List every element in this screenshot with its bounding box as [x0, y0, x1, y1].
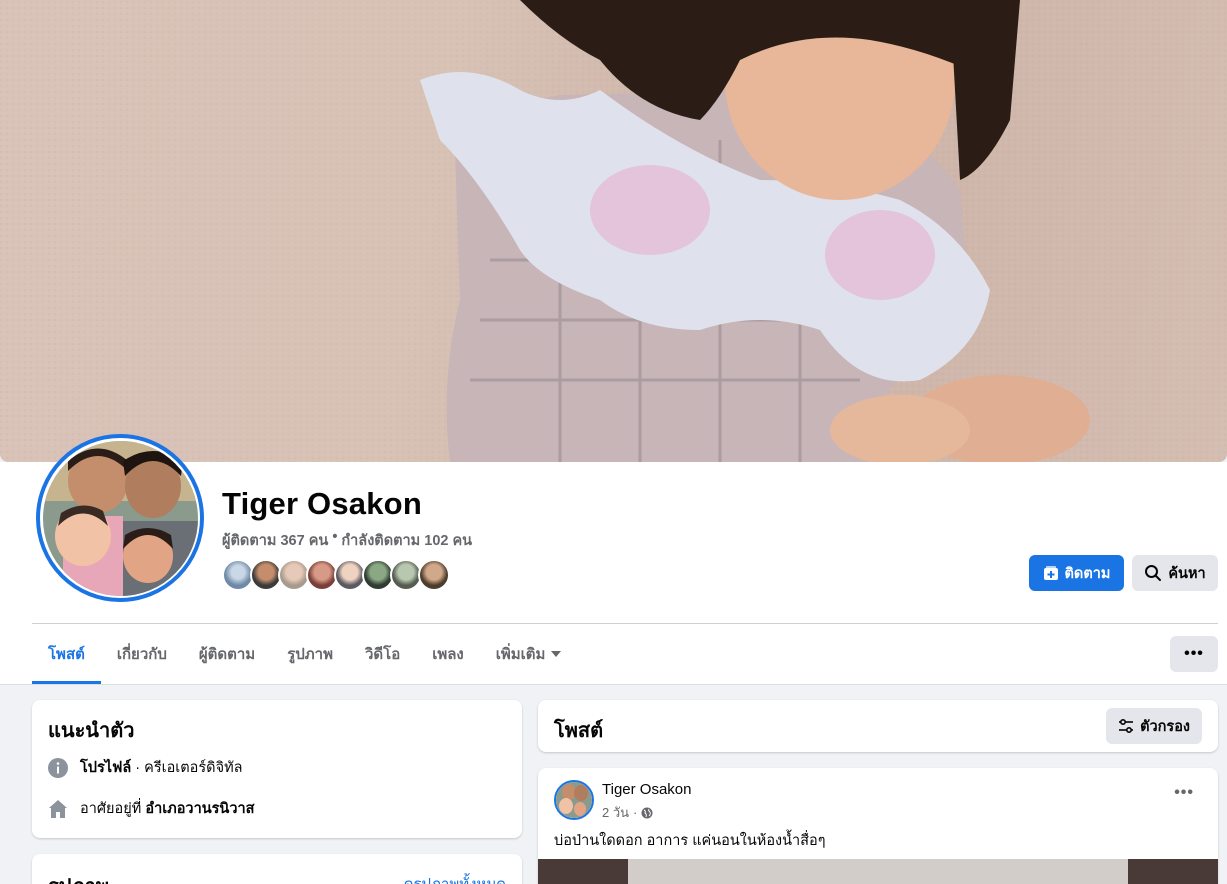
caret-down-icon — [551, 651, 562, 657]
intro-profile-label: โปรไฟล์ — [80, 760, 132, 776]
tab-posts[interactable]: โพสต์ — [32, 624, 101, 684]
tab-label: เพิ่มเติม — [495, 646, 546, 663]
search-button[interactable]: ค้นหา — [1132, 555, 1218, 591]
tab-more[interactable]: เพิ่มเติม — [480, 624, 578, 684]
cover-photo[interactable] — [0, 0, 1227, 462]
follow-button[interactable]: ติดตาม — [1029, 555, 1124, 591]
friend-avatar[interactable] — [418, 559, 450, 591]
profile-name: Tiger Osakon — [222, 486, 422, 521]
post-meta-dot: · — [633, 805, 638, 820]
tab-about[interactable]: เกี่ยวกับ — [101, 624, 183, 684]
post-options-button[interactable]: ••• — [1174, 784, 1194, 802]
tab-label: วิดีโอ — [364, 646, 401, 663]
following-count[interactable]: กำลังติดตาม 102 คน — [341, 529, 472, 552]
intro-profile-sep: · — [135, 760, 141, 776]
follow-stats: ผู้ติดตาม 367 คน • กำลังติดตาม 102 คน — [222, 529, 472, 552]
post-image[interactable] — [538, 859, 1218, 884]
filter-button-label: ตัวกรอง — [1140, 718, 1190, 735]
tab-label: เพลง — [432, 646, 464, 663]
tab-photos[interactable]: รูปภาพ — [271, 624, 349, 684]
posts-header-card: โพสต์ ตัวกรอง — [538, 700, 1218, 752]
intro-lives-prefix: อาศัยอยู่ที่ — [80, 801, 142, 817]
post-image-content — [628, 859, 1128, 884]
post-time[interactable]: 2 วัน — [602, 802, 629, 823]
intro-card: แนะนำตัว โปรไฟล์ · ครีเอเตอร์ดิจิทัล อาศ… — [32, 700, 522, 838]
tab-label: เกี่ยวกับ — [116, 646, 167, 663]
tab-followers[interactable]: ผู้ติดตาม — [183, 624, 271, 684]
search-button-label: ค้นหา — [1168, 565, 1206, 582]
tab-label: โพสต์ — [48, 646, 85, 663]
post-card: Tiger Osakon 2 วัน · ••• บ่อป่านใดดอก อา… — [538, 768, 1218, 884]
info-icon — [48, 757, 68, 778]
follow-button-label: ติดตาม — [1064, 565, 1111, 582]
followers-count[interactable]: ผู้ติดตาม 367 คน — [222, 529, 328, 552]
post-author-name[interactable]: Tiger Osakon — [602, 781, 691, 798]
post-author-avatar[interactable] — [554, 780, 594, 820]
posts-title: โพสต์ — [554, 720, 604, 742]
intro-profile-category: ครีเอเตอร์ดิจิทัล — [144, 760, 243, 776]
post-text: บ่อป่านใดดอก อาการ แค่นอนในห้องน้ำสื่อๆ — [554, 833, 826, 849]
intro-profile-row: โปรไฟล์ · ครีเอเตอร์ดิจิทัล — [48, 756, 243, 779]
filter-button[interactable]: ตัวกรอง — [1106, 708, 1202, 744]
tab-videos[interactable]: วิดีโอ — [349, 624, 416, 684]
profile-more-button[interactable]: ••• — [1170, 636, 1218, 672]
profile-avatar[interactable] — [36, 434, 204, 602]
photos-title: รูปภาพ — [48, 870, 109, 884]
header-bottom-border — [0, 684, 1227, 685]
stats-separator: • — [332, 529, 338, 545]
tab-label: รูปภาพ — [287, 646, 333, 663]
post-meta: 2 วัน · — [602, 802, 653, 823]
photos-card: รูปภาพ ดูรูปภาพทั้งหมด — [32, 854, 522, 884]
cover-photo-image — [0, 0, 1227, 462]
friend-avatars — [222, 559, 450, 591]
tab-label: ผู้ติดตาม — [198, 646, 256, 663]
search-icon — [1145, 565, 1162, 581]
follow-icon — [1043, 566, 1058, 580]
post-author-avatar-image — [556, 782, 592, 818]
intro-lives-row: อาศัยอยู่ที่ อำเภอวานรนิวาส — [48, 797, 254, 820]
intro-lives-place[interactable]: อำเภอวานรนิวาส — [145, 801, 254, 817]
intro-title: แนะนำตัว — [48, 720, 135, 742]
filter-icon — [1119, 718, 1134, 734]
see-all-photos-link[interactable]: ดูรูปภาพทั้งหมด — [404, 872, 506, 884]
profile-tabs: โพสต์ เกี่ยวกับ ผู้ติดตาม รูปภาพ วิดีโอ … — [32, 624, 577, 684]
globe-icon — [641, 807, 653, 818]
profile-avatar-image — [43, 441, 198, 596]
tab-music[interactable]: เพลง — [416, 624, 480, 684]
home-icon — [49, 799, 67, 818]
